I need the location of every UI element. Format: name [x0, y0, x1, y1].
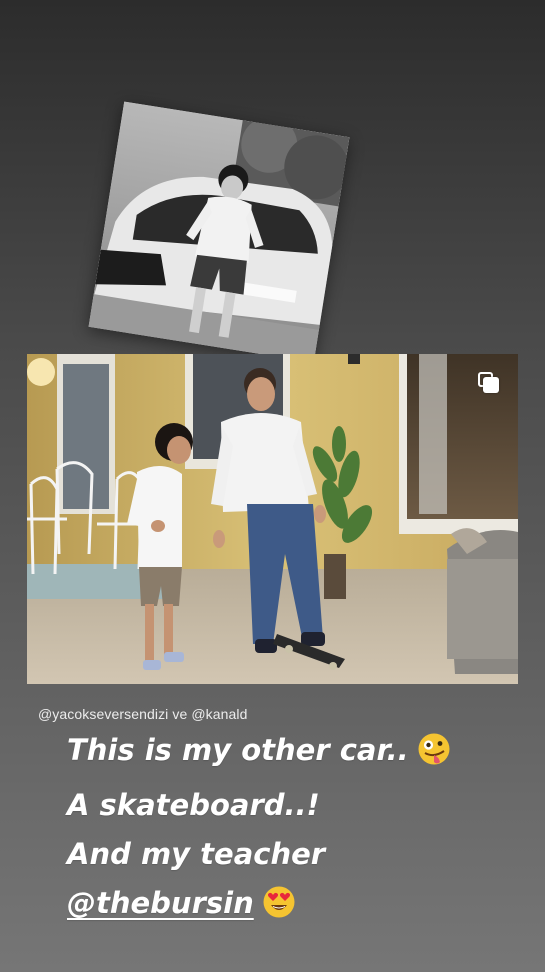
story-canvas: @yacokseversendizi ve @kanald This is my… [0, 0, 545, 972]
zany-face-emoji-icon [417, 732, 451, 781]
bw-photo-image [88, 101, 350, 363]
caption-line-1-text: This is my other car.. [67, 733, 409, 767]
multi-photo-icon [478, 372, 500, 394]
bw-photo [88, 101, 350, 363]
caption-line-1: This is my other car.. [67, 726, 527, 781]
mention-link[interactable]: @thebursin [67, 886, 254, 920]
caption-line-3: And my teacher [67, 837, 326, 871]
color-photo [27, 354, 518, 684]
caption-line-4: @thebursin [67, 879, 527, 934]
caption-line-2: A skateboard..! [67, 788, 320, 822]
color-photo-image [27, 354, 518, 684]
story-caption: This is my other car.. A skateboard..! A… [67, 726, 527, 934]
photo-credit[interactable]: @yacokseversendizi ve @kanald [38, 706, 248, 722]
heart-eyes-emoji-icon [262, 885, 296, 934]
